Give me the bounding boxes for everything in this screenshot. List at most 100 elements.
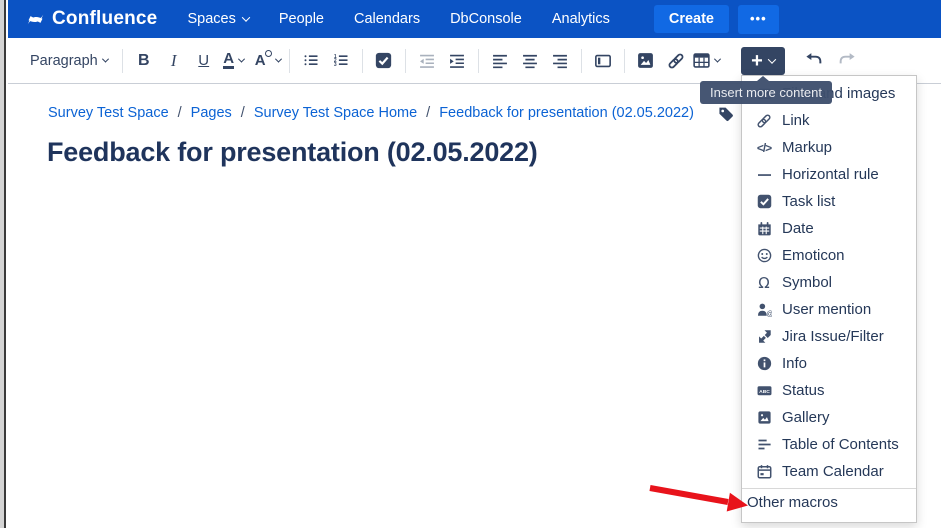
- labels-tag-button[interactable]: [717, 105, 734, 122]
- breadcrumb-link-home[interactable]: Survey Test Space Home: [254, 105, 417, 121]
- window-edge: [0, 0, 6, 528]
- text-color-icon: A: [223, 52, 234, 69]
- toolbar-divider: [581, 49, 582, 73]
- task-checkbox-icon: [375, 52, 392, 69]
- svg-text:@: @: [766, 311, 772, 317]
- toolbar-divider: [122, 49, 123, 73]
- create-button[interactable]: Create: [654, 5, 729, 33]
- align-right-icon: [552, 53, 568, 69]
- svg-text:ABC: ABC: [759, 389, 770, 395]
- markup-icon: </>: [756, 140, 772, 156]
- user-mention-icon: @: [756, 302, 772, 318]
- indent-icon: [449, 53, 465, 69]
- menu-item-emoticon[interactable]: Emoticon: [742, 242, 916, 269]
- menu-item-team-calendar[interactable]: Team Calendar: [742, 458, 916, 485]
- breadcrumb-separator: /: [178, 105, 182, 121]
- text-color-dropdown[interactable]: A: [221, 47, 247, 75]
- bold-button[interactable]: B: [131, 47, 157, 75]
- align-left-icon: [492, 53, 508, 69]
- confluence-mark-icon: [26, 10, 45, 29]
- chevron-down-icon: [238, 56, 245, 63]
- menu-item-jira[interactable]: Jira Issue/Filter: [742, 323, 916, 350]
- menu-item-horizontal-rule[interactable]: Horizontal rule: [742, 161, 916, 188]
- nav-item-people[interactable]: People: [279, 11, 324, 27]
- breadcrumb-link-current-page[interactable]: Feedback for presentation (02.05.2022): [439, 105, 694, 121]
- symbol-icon: Ω: [756, 275, 772, 291]
- outdent-button[interactable]: [414, 47, 440, 75]
- outdent-icon: [419, 53, 435, 69]
- nav-item-calendars[interactable]: Calendars: [354, 11, 420, 27]
- insert-more-content-button[interactable]: +: [741, 47, 785, 75]
- link-icon: [667, 52, 685, 70]
- align-right-button[interactable]: [547, 47, 573, 75]
- jira-icon: [756, 329, 772, 345]
- toolbar-divider: [362, 49, 363, 73]
- breadcrumb-link-space[interactable]: Survey Test Space: [48, 105, 169, 121]
- insert-more-content-tooltip: Insert more content: [700, 81, 832, 104]
- breadcrumb-separator: /: [241, 105, 245, 121]
- menu-item-status[interactable]: ABC Status: [742, 377, 916, 404]
- align-center-icon: [522, 53, 538, 69]
- chevron-down-icon: [714, 56, 721, 63]
- top-navbar: Confluence Spaces People Calendars DbCon…: [8, 0, 941, 38]
- bullet-list-button[interactable]: [298, 47, 324, 75]
- task-list-button[interactable]: [371, 47, 397, 75]
- paragraph-style-dropdown[interactable]: Paragraph: [22, 47, 114, 75]
- insert-content-menu: Files and images Link </> Markup Horizon…: [741, 75, 917, 523]
- status-icon: ABC: [756, 383, 772, 399]
- chevron-down-icon: [275, 56, 282, 63]
- menu-item-markup[interactable]: </> Markup: [742, 134, 916, 161]
- insert-link-button[interactable]: [663, 47, 689, 75]
- menu-item-other-macros[interactable]: Other macros: [742, 489, 916, 516]
- chevron-down-icon: [102, 56, 109, 63]
- align-left-button[interactable]: [487, 47, 513, 75]
- breadcrumb-link-pages[interactable]: Pages: [191, 105, 232, 121]
- insert-table-dropdown[interactable]: [693, 47, 720, 75]
- info-icon: [756, 356, 772, 372]
- horizontal-rule-icon: [756, 167, 772, 183]
- more-color-dropdown[interactable]: A: [255, 47, 281, 75]
- menu-item-symbol[interactable]: Ω Symbol: [742, 269, 916, 296]
- align-center-button[interactable]: [517, 47, 543, 75]
- chevron-down-icon: [768, 55, 776, 63]
- redo-icon: [836, 50, 858, 65]
- toolbar-divider: [624, 49, 625, 73]
- undo-icon: [803, 50, 825, 65]
- italic-button[interactable]: I: [161, 47, 187, 75]
- team-calendar-icon: [756, 464, 772, 480]
- undo-button[interactable]: [803, 50, 825, 65]
- nav-more-button[interactable]: •••: [738, 5, 779, 34]
- svg-text:3: 3: [334, 62, 337, 68]
- toolbar-divider: [289, 49, 290, 73]
- menu-item-table-of-contents[interactable]: Table of Contents: [742, 431, 916, 458]
- page-layout-icon: [594, 53, 612, 69]
- menu-item-date[interactable]: Date: [742, 215, 916, 242]
- page-title[interactable]: Feedback for presentation (02.05.2022): [47, 137, 538, 168]
- menu-item-info[interactable]: Info: [742, 350, 916, 377]
- menu-item-link[interactable]: Link: [742, 107, 916, 134]
- nav-item-dbconsole[interactable]: DbConsole: [450, 11, 522, 27]
- date-icon: [756, 221, 772, 237]
- confluence-logo[interactable]: Confluence: [26, 8, 157, 30]
- numbered-list-button[interactable]: 123: [328, 47, 354, 75]
- menu-item-task-list[interactable]: Task list: [742, 188, 916, 215]
- breadcrumb-separator: /: [426, 105, 430, 121]
- underline-button[interactable]: U: [191, 47, 217, 75]
- image-icon: [637, 52, 654, 69]
- character-color-icon: A: [255, 52, 266, 69]
- toc-icon: [756, 437, 772, 453]
- numbered-list-icon: 123: [333, 53, 349, 68]
- table-icon: [693, 52, 710, 69]
- breadcrumb: Survey Test Space / Pages / Survey Test …: [48, 104, 764, 122]
- plus-icon: +: [751, 52, 763, 70]
- page-layout-button[interactable]: [590, 47, 616, 75]
- menu-item-gallery[interactable]: Gallery: [742, 404, 916, 431]
- indent-button[interactable]: [444, 47, 470, 75]
- menu-item-user-mention[interactable]: @ User mention: [742, 296, 916, 323]
- insert-image-button[interactable]: [633, 47, 659, 75]
- chevron-down-icon: [242, 13, 250, 21]
- nav-item-spaces[interactable]: Spaces: [187, 11, 248, 27]
- redo-button[interactable]: [836, 50, 858, 65]
- tag-icon: [717, 105, 734, 122]
- nav-item-analytics[interactable]: Analytics: [552, 11, 610, 27]
